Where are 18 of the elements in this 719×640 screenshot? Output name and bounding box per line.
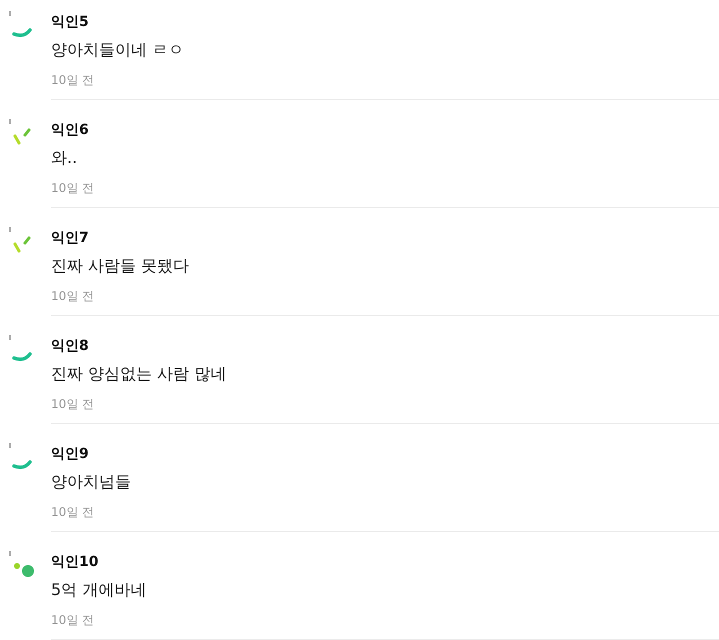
comment-text: 양아치들이네 ㄹㅇ xyxy=(51,39,186,61)
author-name: 익인5 xyxy=(51,13,90,32)
comment-time: 10일 전 xyxy=(51,504,96,520)
comment-text: 양아치넘들 xyxy=(51,471,132,493)
author-name: 익인6 xyxy=(51,121,90,140)
comment-text: 진짜 사람들 못됐다 xyxy=(51,255,190,277)
author-name: 익인7 xyxy=(51,229,90,248)
author-name: 익인8 xyxy=(51,337,90,356)
comment-time: 10일 전 xyxy=(51,612,96,628)
comment-text: 진짜 양심없는 사람 많네 xyxy=(51,363,228,385)
comment-time: 10일 전 xyxy=(51,180,96,196)
comment-text: 와.. xyxy=(51,147,78,169)
comment-time: 10일 전 xyxy=(51,72,96,88)
comment-time: 10일 전 xyxy=(51,288,96,304)
author-name: 익인10 xyxy=(51,553,100,572)
comment-time: 10일 전 xyxy=(51,396,96,412)
comment-text: 5억 개에바네 xyxy=(51,579,148,601)
author-name: 익인9 xyxy=(51,445,90,464)
